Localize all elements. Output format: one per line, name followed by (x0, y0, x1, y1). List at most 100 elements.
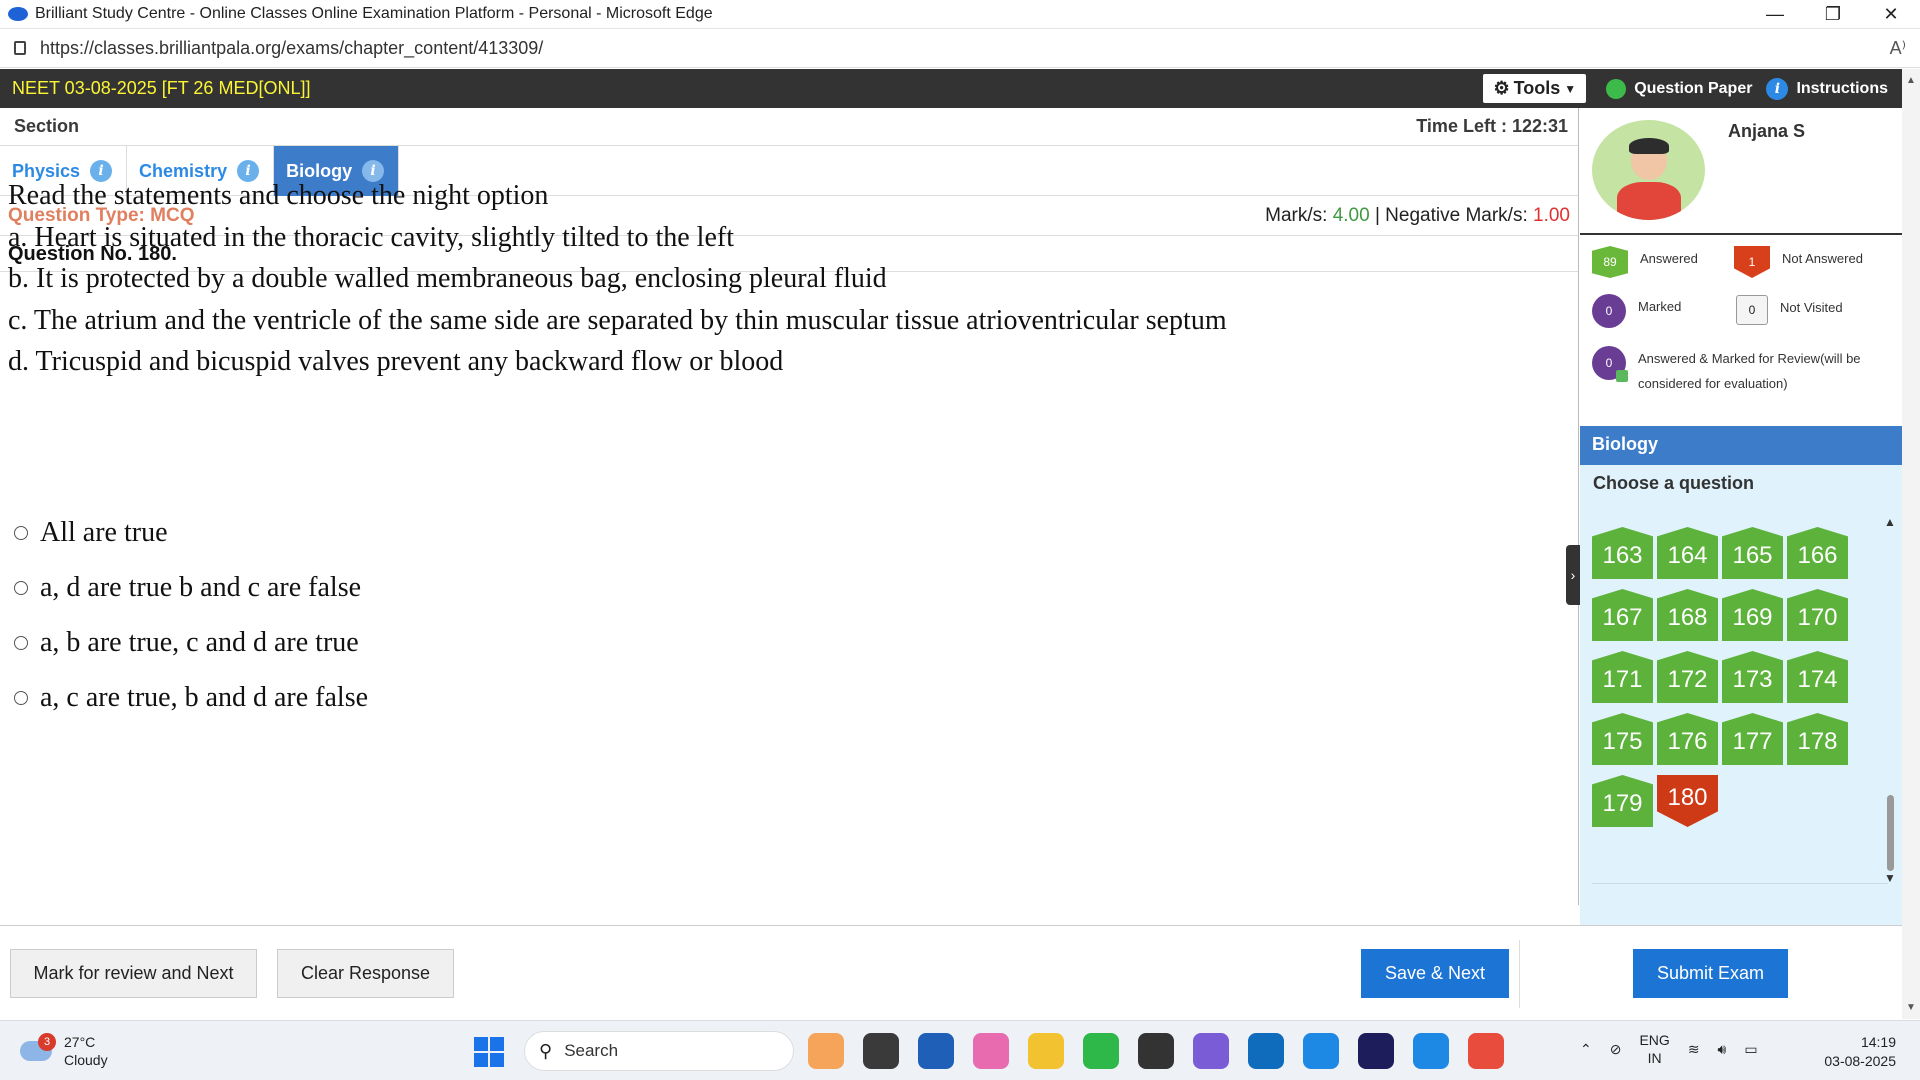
minimize-button[interactable]: — (1746, 0, 1804, 29)
exam-header: NEET 03-08-2025 [FT 26 MED[ONL]] ⚙ Tools… (0, 69, 1902, 108)
negative-marks-value: 1.00 (1533, 205, 1570, 226)
taskbar-app-icon[interactable] (1083, 1033, 1119, 1069)
sync-icon[interactable]: ⊘ (1610, 1041, 1622, 1058)
option-text: a, c are true, b and d are false (40, 681, 369, 713)
taskbar-app-icon[interactable] (1248, 1033, 1284, 1069)
url-field[interactable]: https://classes.brilliantpala.org/exams/… (40, 38, 543, 59)
volume-icon[interactable]: 🔊︎ (1718, 1041, 1727, 1058)
option-radio[interactable] (14, 525, 28, 540)
scroll-up-icon[interactable]: ▲ (1906, 75, 1916, 86)
question-button-171[interactable]: 171 (1592, 651, 1653, 703)
taskbar-app-icon[interactable] (973, 1033, 1009, 1069)
option-3[interactable]: a, b are true, c and d are true (14, 615, 368, 670)
taskbar-clock[interactable]: 14:19 03-08-2025 (1824, 1033, 1896, 1071)
marks-info: Mark/s: 4.00 | Negative Mark/s: 1.00 (1265, 205, 1570, 227)
scroll-down-icon[interactable]: ▼ (1884, 871, 1896, 885)
marks-value: 4.00 (1332, 205, 1370, 226)
taskbar-app-icon[interactable] (1303, 1033, 1339, 1069)
question-palette: Choose a question 163 164 165 166 167 168 169 1… (1580, 465, 1902, 925)
language-indicator[interactable]: ENG IN (1639, 1031, 1669, 1067)
edge-profile-icon (8, 7, 28, 21)
weather-condition: Cloudy (64, 1052, 108, 1068)
legend-label: Marked (1638, 299, 1682, 314)
tools-button[interactable]: ⚙ Tools ▼ (1483, 74, 1587, 103)
question-button-169[interactable]: 169 (1722, 589, 1783, 641)
question-button-167[interactable]: 167 (1592, 589, 1653, 641)
chevron-up-icon[interactable]: ⌃ (1580, 1041, 1592, 1058)
address-bar: https://classes.brilliantpala.org/exams/… (0, 29, 1920, 68)
question-button-174[interactable]: 174 (1787, 651, 1848, 703)
negative-marks-label: | Negative Mark/s: (1369, 205, 1534, 226)
option-radio[interactable] (14, 580, 28, 595)
clear-response-button[interactable]: Clear Response (277, 949, 454, 998)
not-answered-badge: 1 (1734, 246, 1770, 278)
palette-scrollbar[interactable]: ▲ ▼ (1884, 515, 1896, 885)
maximize-button[interactable]: ❐ (1804, 0, 1862, 29)
gear-icon: ⚙ (1493, 78, 1510, 98)
option-radio[interactable] (14, 690, 28, 705)
question-paper-link[interactable]: Question Paper (1606, 78, 1752, 99)
instructions-label: Instructions (1796, 79, 1888, 97)
status-legend: 89 Answered 1 Not Answered 0 Marked 0 No… (1580, 238, 1902, 426)
legend-answered-marked: 0 Answered & Marked for Review(will be c… (1592, 346, 1861, 396)
save-next-button[interactable]: Save & Next (1361, 949, 1509, 998)
taskbar-app-icon[interactable] (918, 1033, 954, 1069)
question-button-163[interactable]: 163 (1592, 527, 1653, 579)
taskbar-app-icon[interactable] (1413, 1033, 1449, 1069)
taskbar-app-icon[interactable] (1468, 1033, 1504, 1069)
check-icon (1616, 370, 1628, 382)
option-4[interactable]: a, c are true, b and d are false (14, 670, 368, 725)
question-button-177[interactable]: 177 (1722, 713, 1783, 765)
question-button-176[interactable]: 176 (1657, 713, 1718, 765)
option-1[interactable]: All are true (14, 505, 368, 560)
read-aloud-icon[interactable]: A⁾ (1890, 38, 1906, 59)
taskbar-app-icon[interactable] (1193, 1033, 1229, 1069)
taskbar-app-icon[interactable] (1138, 1033, 1174, 1069)
scroll-up-icon[interactable]: ▲ (1884, 515, 1896, 529)
option-radio[interactable] (14, 635, 28, 650)
question-button-175[interactable]: 175 (1592, 713, 1653, 765)
taskbar-app-icon[interactable] (1028, 1033, 1064, 1069)
not-visited-badge: 0 (1736, 295, 1768, 325)
question-button-166[interactable]: 166 (1787, 527, 1848, 579)
marked-badge: 0 (1592, 294, 1626, 328)
question-button-164[interactable]: 164 (1657, 527, 1718, 579)
clock-date: 03-08-2025 (1824, 1053, 1896, 1069)
caret-down-icon: ▼ (1564, 81, 1577, 96)
lock-icon[interactable] (14, 41, 26, 55)
avatar-hair (1629, 138, 1669, 154)
lang-region: IN (1647, 1050, 1662, 1066)
question-button-173[interactable]: 173 (1722, 651, 1783, 703)
submit-exam-button[interactable]: Submit Exam (1633, 949, 1788, 998)
close-button[interactable]: ✕ (1862, 0, 1920, 29)
weather-widget[interactable]: 3 27°C Cloudy (20, 1033, 108, 1069)
mark-review-next-button[interactable]: Mark for review and Next (10, 949, 257, 998)
taskbar-app-icon[interactable] (863, 1033, 899, 1069)
question-button-165[interactable]: 165 (1722, 527, 1783, 579)
start-button[interactable] (474, 1037, 504, 1067)
instructions-link[interactable]: i Instructions (1766, 77, 1888, 100)
answer-options: All are true a, d are true b and c are f… (14, 505, 368, 725)
scroll-down-icon[interactable]: ▼ (1906, 1002, 1916, 1013)
collapse-panel-button[interactable]: › (1566, 545, 1580, 605)
option-text: a, d are true b and c are false (40, 571, 362, 603)
question-button-179[interactable]: 179 (1592, 775, 1653, 827)
taskbar-app-icon[interactable] (808, 1033, 844, 1069)
search-placeholder: Search (564, 1041, 619, 1060)
avatar (1592, 120, 1705, 220)
taskbar-app-icon[interactable] (1358, 1033, 1394, 1069)
question-button-178[interactable]: 178 (1787, 713, 1848, 765)
question-button-180[interactable]: 180 (1657, 775, 1718, 827)
page-scrollbar[interactable]: ▲ ▼ (1902, 69, 1920, 1019)
battery-icon[interactable]: ▭ (1744, 1041, 1757, 1058)
question-button-170[interactable]: 170 (1787, 589, 1848, 641)
footer-separator (1519, 940, 1520, 1008)
wifi-icon[interactable]: ≋ (1688, 1041, 1700, 1058)
question-button-168[interactable]: 168 (1657, 589, 1718, 641)
question-button-172[interactable]: 172 (1657, 651, 1718, 703)
choose-question-label: Choose a question (1593, 473, 1755, 493)
option-text: All are true (40, 516, 168, 548)
taskbar-search[interactable]: ⚲ Search (524, 1031, 794, 1071)
option-2[interactable]: a, d are true b and c are false (14, 560, 368, 615)
scroll-thumb[interactable] (1887, 795, 1894, 871)
